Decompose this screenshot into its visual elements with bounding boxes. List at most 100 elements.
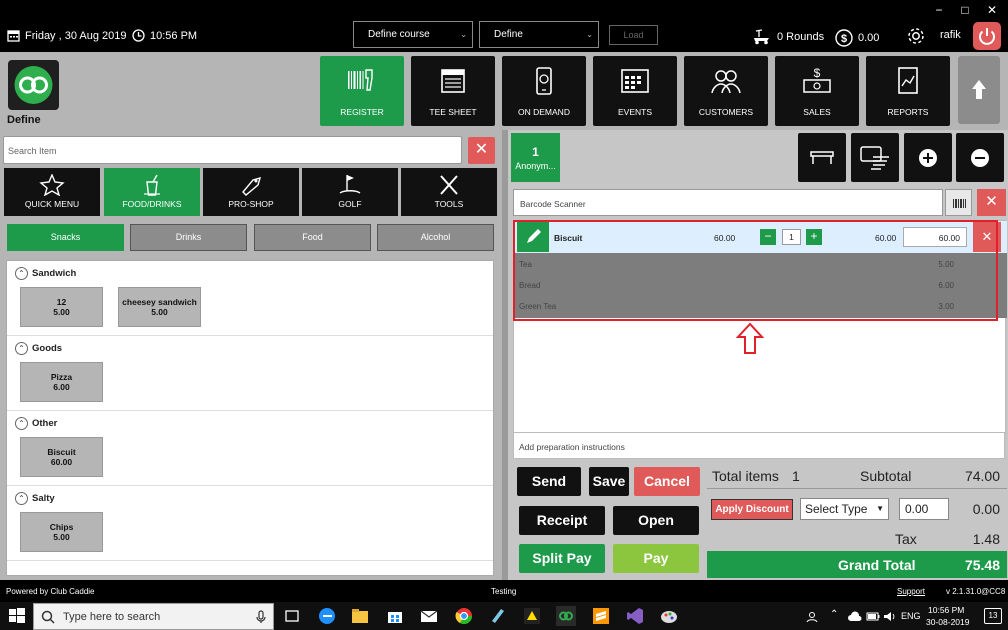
- subtab-alcohol[interactable]: Alcohol: [377, 224, 494, 251]
- user-name[interactable]: rafik: [940, 29, 961, 41]
- nav-reports[interactable]: REPORTS: [866, 56, 950, 126]
- define-select[interactable]: Define ⌄: [479, 21, 599, 48]
- nav-events-label: EVENTS: [617, 107, 652, 117]
- microphone-icon[interactable]: [256, 610, 266, 624]
- category-quick-menu[interactable]: QUICK MENU: [4, 168, 100, 216]
- store-icon[interactable]: [385, 606, 405, 626]
- category-golf[interactable]: GOLF: [302, 168, 398, 216]
- subtab-snacks[interactable]: Snacks: [7, 224, 124, 251]
- barcode-clear-button[interactable]: ✕: [977, 189, 1006, 216]
- paint-app-icon[interactable]: [659, 606, 679, 626]
- cash-icon: $: [803, 66, 831, 93]
- save-button[interactable]: Save: [589, 467, 629, 496]
- logout-button[interactable]: [973, 22, 1001, 50]
- edge-browser-icon[interactable]: [317, 606, 337, 626]
- item-card[interactable]: Pizza 6.00: [20, 362, 103, 402]
- sublime-text-icon[interactable]: [591, 606, 611, 626]
- item-card[interactable]: Biscuit 60.00: [20, 437, 103, 477]
- nav-customers[interactable]: CUSTOMERS: [684, 56, 768, 126]
- close-icon: ✕: [474, 141, 489, 158]
- balance-display: $ 0.00: [835, 29, 879, 47]
- group-header-sandwich[interactable]: ⌃ Sandwich: [15, 267, 76, 280]
- group-header-salty[interactable]: ⌃ Salty: [15, 492, 55, 505]
- discount-type-select[interactable]: Select Type ▼: [800, 498, 889, 520]
- open-button[interactable]: Open: [613, 506, 699, 535]
- course-select[interactable]: Define course ⌄: [353, 21, 473, 48]
- split-pay-button[interactable]: Split Pay: [519, 544, 605, 573]
- support-link[interactable]: Support: [897, 587, 925, 596]
- group-divider: [7, 485, 493, 486]
- barcode-scanner-input[interactable]: Barcode Scanner: [513, 189, 943, 216]
- search-clear-button[interactable]: ✕: [468, 137, 495, 164]
- design-app-icon[interactable]: [522, 606, 542, 626]
- mail-icon[interactable]: [419, 606, 439, 626]
- group-name: Sandwich: [32, 268, 77, 279]
- item-card[interactable]: 12 5.00: [20, 287, 103, 327]
- category-pro-shop[interactable]: PRO-SHOP: [203, 168, 299, 216]
- input-language[interactable]: ENG: [901, 611, 921, 621]
- load-button[interactable]: Load: [609, 25, 658, 45]
- task-view-icon[interactable]: [282, 606, 302, 626]
- subtab-food[interactable]: Food: [254, 224, 371, 251]
- table-button[interactable]: [798, 133, 846, 182]
- group-header-goods[interactable]: ⌃ Goods: [15, 342, 62, 355]
- hand-icon: [860, 146, 889, 170]
- taskbar-clock-time[interactable]: 10:56 PM: [928, 605, 964, 615]
- gear-icon[interactable]: [906, 26, 926, 46]
- nav-events[interactable]: EVENTS: [593, 56, 677, 126]
- close-window-button[interactable]: ✕: [983, 3, 1001, 17]
- nav-on-demand[interactable]: ON DEMAND: [502, 56, 586, 126]
- category-tools[interactable]: TOOLS: [401, 168, 497, 216]
- notes-app-icon[interactable]: [488, 606, 508, 626]
- grand-total-label: Grand Total: [838, 557, 916, 573]
- barcode-button[interactable]: [945, 189, 972, 216]
- nav-scroll-up-button[interactable]: [958, 56, 1000, 124]
- chevron-down-icon: ⌄: [586, 30, 593, 39]
- app-logo[interactable]: [8, 60, 59, 110]
- remove-customer-button[interactable]: [956, 133, 1004, 182]
- nav-sales[interactable]: $ SALES: [775, 56, 859, 126]
- minimize-window-button[interactable]: −: [930, 3, 948, 17]
- windows-start-icon[interactable]: [7, 606, 27, 626]
- restore-window-button[interactable]: □: [956, 3, 974, 17]
- customer-tab[interactable]: 1 Anonym...: [511, 133, 560, 182]
- send-button[interactable]: Send: [517, 467, 581, 496]
- cloud-icon[interactable]: [848, 611, 862, 622]
- people-icon[interactable]: [806, 611, 818, 623]
- version-text: v 2.1.31.0@CC8: [946, 587, 1006, 596]
- file-explorer-icon[interactable]: [350, 606, 370, 626]
- item-price: 5.00: [53, 532, 70, 542]
- category-food-drinks[interactable]: FOOD/DRINKS: [104, 168, 200, 216]
- notification-center-icon[interactable]: 13: [984, 608, 1002, 624]
- item-card[interactable]: cheesey sandwich 5.00: [118, 287, 201, 327]
- collapse-icon: ⌃: [15, 267, 28, 280]
- preparation-instructions-input[interactable]: Add preparation instructions: [513, 432, 1005, 459]
- item-card[interactable]: Chips 5.00: [20, 512, 103, 552]
- subtab-drinks[interactable]: Drinks: [130, 224, 247, 251]
- taskbar-search-input[interactable]: Type here to search: [33, 603, 274, 630]
- hand-payment-button[interactable]: [851, 133, 899, 182]
- volume-icon[interactable]: [883, 611, 897, 622]
- add-customer-button[interactable]: [904, 133, 952, 182]
- receipt-button[interactable]: Receipt: [519, 506, 605, 535]
- group-header-other[interactable]: ⌃ Other: [15, 417, 57, 430]
- group-divider: [7, 335, 493, 336]
- environment-label: Testing: [491, 587, 517, 596]
- cancel-button[interactable]: Cancel: [634, 467, 700, 496]
- taskbar-clock-date[interactable]: 30-08-2019: [926, 617, 969, 627]
- rounds-display: 0 Rounds: [752, 29, 824, 45]
- item-price: 60.00: [50, 457, 73, 467]
- category-label: QUICK MENU: [24, 199, 80, 209]
- chevron-up-icon[interactable]: ⌃: [830, 609, 838, 620]
- pay-button[interactable]: Pay: [613, 544, 699, 573]
- discount-value-input[interactable]: 0.00: [899, 498, 949, 520]
- visual-studio-icon[interactable]: [625, 606, 645, 626]
- nav-tee-sheet[interactable]: TEE SHEET: [411, 56, 495, 126]
- club-caddie-taskbar-icon[interactable]: [556, 606, 576, 626]
- nav-register[interactable]: REGISTER: [320, 56, 404, 126]
- apply-discount-button[interactable]: Apply Discount: [711, 499, 793, 520]
- chrome-browser-icon[interactable]: [454, 606, 474, 626]
- item-price: 5.00: [53, 307, 70, 317]
- battery-icon[interactable]: [866, 611, 880, 622]
- search-item-input[interactable]: Search Item: [3, 136, 462, 164]
